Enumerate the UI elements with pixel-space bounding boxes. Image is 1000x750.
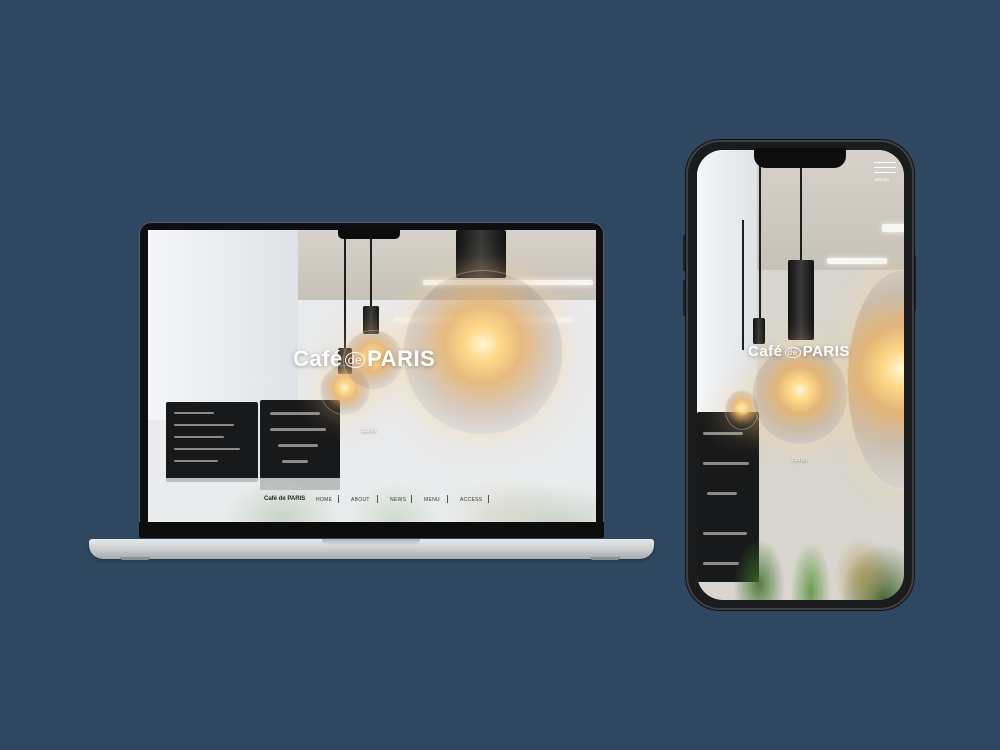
nav-news[interactable]: NEWS <box>390 497 406 503</box>
ceiling-light <box>827 258 887 264</box>
laptop-foot <box>120 557 150 560</box>
nav-home[interactable]: HOME <box>316 497 332 503</box>
nav-access[interactable]: ACCESS <box>460 497 482 503</box>
pendant-bulb <box>752 345 848 445</box>
phone-screen: Café de PARIS Scroll MENU <box>697 150 904 600</box>
hero-logo: Café de PARIS <box>293 346 436 371</box>
wall <box>148 230 298 420</box>
hero-image: Café de PARIS Scroll Café de PARIS HOME AB… <box>148 230 596 522</box>
nav-logo[interactable]: Café de PARIS <box>264 496 305 502</box>
menu-label: MENU <box>875 177 890 182</box>
hero-logo: Café de PARIS <box>748 343 850 360</box>
hero-image: Café de PARIS Scroll MENU <box>697 150 904 600</box>
scroll-indicator[interactable]: Scroll <box>792 457 807 463</box>
phone-notch <box>754 148 846 168</box>
scroll-indicator[interactable]: Scroll <box>361 428 376 434</box>
nav-about[interactable]: ABOUT <box>351 497 370 503</box>
nav-bar: Café de PARIS HOME ABOUT NEWS MENU ACCES… <box>148 478 596 522</box>
nav-menu[interactable]: MENU <box>424 497 440 503</box>
ceiling-light <box>882 224 904 232</box>
laptop-camera-notch <box>338 229 400 239</box>
laptop-screen: Café de PARIS Scroll Café de PARIS HOME AB… <box>148 230 596 522</box>
laptop-foot <box>590 557 620 560</box>
laptop-bezel-bottom <box>139 522 604 538</box>
laptop-thumb-notch <box>322 539 420 545</box>
hamburger-menu-icon[interactable]: MENU <box>874 162 896 182</box>
